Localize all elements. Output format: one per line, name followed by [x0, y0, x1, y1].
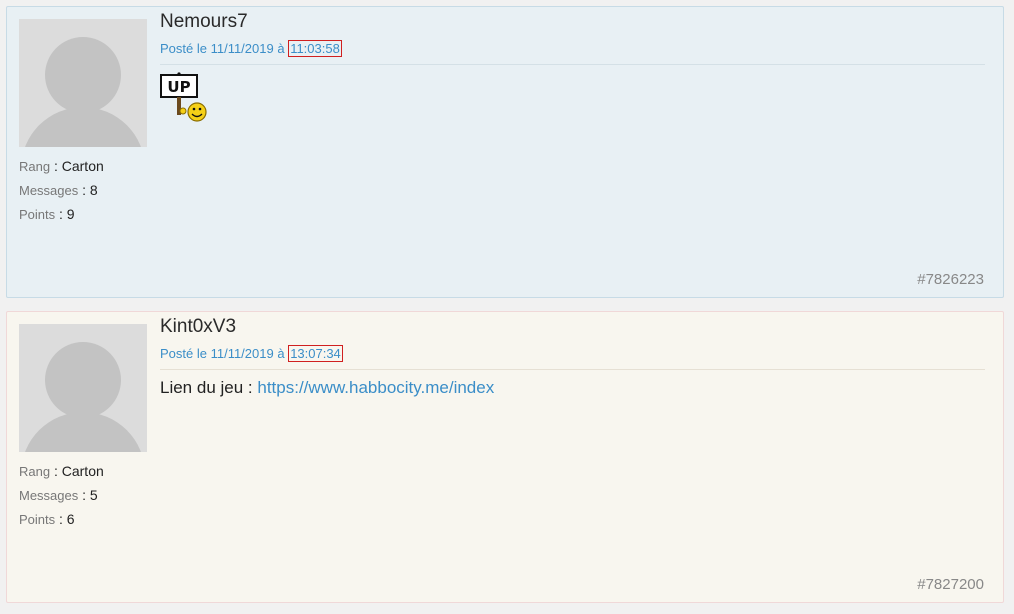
avatar-head-shape: [45, 37, 121, 113]
post-author[interactable]: Nemours7: [160, 11, 248, 33]
post-date: Posté le 11/11/2019 à 11:03:58: [160, 40, 342, 57]
post-id-link[interactable]: #7827200: [917, 576, 984, 593]
up-sign-smiley-icon: UP: [160, 71, 210, 123]
post-date: Posté le 11/11/2019 à 13:07:34: [160, 345, 343, 362]
forum-post: Rang : Carton Messages : 8 Points : 9 Ne…: [6, 6, 1004, 298]
post-id-link[interactable]: #7826223: [917, 271, 984, 288]
post-content: Lien du jeu : https://www.habbocity.me/i…: [160, 378, 494, 398]
post-header-divider: [160, 369, 985, 370]
post-date-prefix: Posté le 11/11/2019 à: [160, 41, 285, 56]
smiley-sign-text: UP: [167, 78, 190, 96]
user-stats: Rang : Carton Messages : 8 Points : 9: [19, 157, 104, 229]
avatar[interactable]: [19, 324, 147, 452]
post-time: 13:07:34: [288, 345, 343, 362]
game-link[interactable]: https://www.habbocity.me/index: [257, 378, 494, 397]
user-points: Points : 6: [19, 511, 75, 527]
user-rank: Rang : Carton: [19, 463, 104, 479]
user-points: Points : 9: [19, 206, 75, 222]
user-rank: Rang : Carton: [19, 158, 104, 174]
user-stats: Rang : Carton Messages : 5 Points : 6: [19, 462, 104, 534]
avatar[interactable]: [19, 19, 147, 147]
avatar-head-shape: [45, 342, 121, 418]
post-date-prefix: Posté le 11/11/2019 à: [160, 346, 285, 361]
forum-post: Rang : Carton Messages : 5 Points : 6 Ki…: [6, 311, 1004, 603]
avatar-body-shape: [21, 412, 145, 452]
avatar-body-shape: [21, 107, 145, 147]
post-content-text: Lien du jeu :: [160, 378, 258, 397]
user-messages: Messages : 5: [19, 487, 98, 503]
post-author[interactable]: Kint0xV3: [160, 316, 236, 338]
user-messages: Messages : 8: [19, 182, 98, 198]
post-time: 11:03:58: [288, 40, 342, 57]
post-header-divider: [160, 64, 985, 65]
